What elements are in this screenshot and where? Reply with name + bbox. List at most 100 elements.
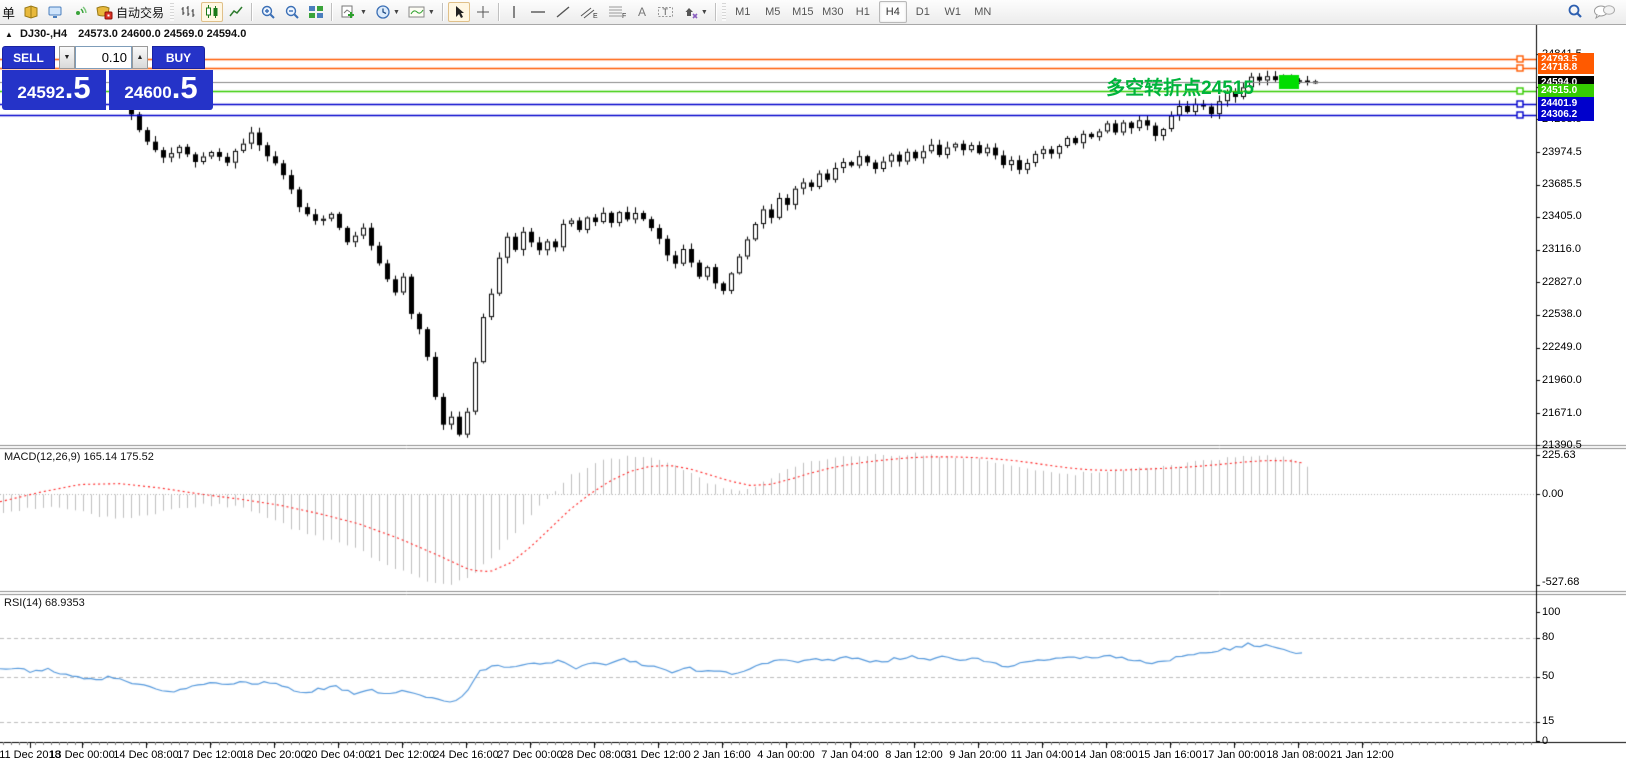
text-icon[interactable]: A [632,2,652,22]
rsi-indicator-label: RSI(14) 68.9353 [4,597,85,609]
rsi-axis-tick: 50 [1542,670,1554,682]
buy-button[interactable]: BUY [152,46,205,69]
time-axis-label: 21 Jan 12:00 [1330,749,1394,761]
text-label-icon[interactable]: T [654,2,678,22]
timeframe-button-H4[interactable]: H4 [879,1,907,23]
time-axis-label: 20 Dec 04:00 [305,749,370,761]
sell-price-pips: .5 [65,72,91,103]
timeframe-button-MN[interactable]: MN [969,1,997,23]
zoom-out-icon[interactable] [281,2,303,22]
cursor-icon[interactable] [448,2,470,22]
time-axis-label: 27 Dec 00:00 [497,749,562,761]
toolbar-separator [442,3,444,21]
time-axis-label: 13 Dec 00:00 [49,749,114,761]
price-axis-tick: 22538.0 [1542,308,1582,320]
timeframe-button-D1[interactable]: D1 [909,1,937,23]
publisher-icon[interactable] [44,2,66,22]
templates-icon[interactable]: ▼ [405,2,438,22]
time-axis-label: 18 Dec 20:00 [241,749,306,761]
volume-down-button[interactable]: ▼ [59,46,75,69]
macd-indicator-label: MACD(12,26,9) 165.14 175.52 [4,451,154,463]
toolbar-grip [722,3,726,21]
new-chart-icon[interactable]: ▼ [337,2,370,22]
toolbar-separator [498,3,500,21]
periods-clock-icon[interactable]: ▼ [372,2,403,22]
trendline-icon[interactable] [552,2,574,22]
equidistant-channel-icon[interactable]: E [576,2,602,22]
vertical-line-icon[interactable] [504,2,524,22]
time-axis-label: 31 Dec 12:00 [625,749,690,761]
volume-up-button[interactable]: ▲ [132,46,148,69]
timeframe-button-M1[interactable]: M1 [729,1,757,23]
toolbar-separator [331,3,333,21]
sell-button[interactable]: SELL [2,46,55,69]
chart-canvas[interactable] [0,0,1626,774]
time-axis-label: 11 Jan 04:00 [1011,749,1074,761]
buy-price[interactable]: 24600.5 [109,70,213,110]
chart-ohlc: 24573.0 24600.0 24569.0 24594.0 [78,28,246,40]
buy-price-pips: .5 [172,72,198,103]
timeframe-button-M5[interactable]: M5 [759,1,787,23]
time-axis-label: 2 Jan 16:00 [693,749,751,761]
macd-axis-tick: 0.00 [1542,488,1563,500]
time-axis-label: 4 Jan 00:00 [757,749,815,761]
fibonacci-icon[interactable]: F [604,2,630,22]
svg-text:E: E [593,13,598,20]
volume-input[interactable]: 0.10 [75,46,132,69]
price-level-chip: 24718.8 [1538,61,1594,74]
time-axis-label: 14 Dec 08:00 [113,749,178,761]
chevron-down-icon: ▼ [701,9,708,16]
tile-windows-icon[interactable] [305,2,327,22]
time-axis-label: 21 Dec 12:00 [369,749,434,761]
horizontal-line-icon[interactable] [526,2,550,22]
line-chart-icon[interactable] [225,2,247,22]
macd-axis-tick: 225.63 [1542,449,1576,461]
timeframe-button-M30[interactable]: M30 [819,1,847,23]
timeframe-button-W1[interactable]: W1 [939,1,967,23]
chevron-down-icon: ▼ [428,9,435,16]
arrows-shapes-icon[interactable]: ▼ [680,2,711,22]
time-axis-label: 18 Jan 08:00 [1266,749,1330,761]
rsi-axis-tick: 80 [1542,631,1554,643]
chevron-down-icon: ▼ [360,9,367,16]
toolbar-separator [251,3,253,21]
zoom-in-icon[interactable] [257,2,279,22]
price-axis-tick: 22249.0 [1542,341,1582,353]
crosshair-icon[interactable] [472,2,494,22]
price-axis-tick: 22827.0 [1542,276,1582,288]
price-axis-tick: 23685.5 [1542,178,1582,190]
new-order-text-button[interactable]: 单 [2,3,15,22]
toolbar-grip [170,3,174,21]
timeframe-button-H1[interactable]: H1 [849,1,877,23]
rsi-axis-tick: 15 [1542,715,1554,727]
chart-symbol-period: DJ30-,H4 [20,28,67,40]
sell-price-main: 24592 [17,83,64,103]
svg-text:A: A [638,5,646,19]
price-axis-tick: 21960.0 [1542,374,1582,386]
candlestick-chart-icon[interactable] [201,2,223,22]
time-axis-label: 17 Jan 00:00 [1202,749,1266,761]
price-level-chip: 24306.2 [1538,108,1594,121]
price-axis-tick: 23116.0 [1542,243,1581,255]
timeframe-button-M15[interactable]: M15 [789,1,817,23]
svg-text:T: T [662,7,668,17]
signal-icon[interactable] [68,2,90,22]
chart-title: ▲ DJ30-,H4 24573.0 24600.0 24569.0 24594… [5,28,246,40]
sell-price[interactable]: 24592.5 [2,70,106,110]
history-book-icon[interactable] [20,2,42,22]
bar-chart-icon[interactable] [177,2,199,22]
one-click-trade-panel: SELL ▼ 0.10 ▲ BUY 24592.5 24600.5 [2,46,213,110]
autotrading-button[interactable]: 自动交易 [92,2,167,22]
collapse-panel-icon[interactable]: ▲ [5,30,13,39]
rsi-axis-tick: 0 [1542,735,1548,747]
search-icon[interactable] [1563,2,1587,22]
price-level-chip: 24515.0 [1538,84,1594,97]
time-axis-label: 14 Jan 08:00 [1074,749,1138,761]
svg-text:F: F [622,13,626,20]
price-axis-tick: 23405.0 [1542,210,1582,222]
rsi-axis-tick: 100 [1542,606,1560,618]
chat-icon[interactable] [1589,2,1619,22]
time-axis-label: 8 Jan 12:00 [885,749,943,761]
autotrading-label: 自动交易 [116,4,164,21]
time-axis-label: 7 Jan 04:00 [821,749,879,761]
